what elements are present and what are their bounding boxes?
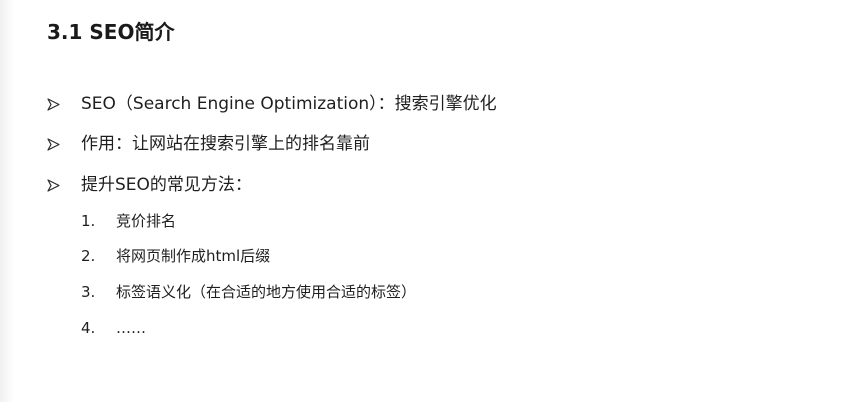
item-text: 将网页制作成html后缀	[116, 247, 271, 265]
item-text: 竞价排名	[116, 212, 177, 230]
item-number: 1.	[81, 212, 96, 230]
arrowhead-bullet-icon	[47, 178, 60, 192]
bullet-item-seo-purpose: 作用：让网站在搜索引擎上的排名靠前	[47, 131, 370, 157]
item-number: 3.	[81, 283, 96, 301]
section-title: 3.1 SEO简介	[47, 20, 175, 44]
bullet-text: 作用：让网站在搜索引擎上的排名靠前	[81, 134, 370, 154]
numbered-item: 2. 将网页制作成html后缀	[81, 245, 270, 267]
item-number: 2.	[81, 247, 96, 265]
arrowhead-bullet-icon	[47, 137, 60, 151]
numbered-item: 4. ……	[81, 317, 146, 339]
numbered-item: 3. 标签语义化（在合适的地方使用合适的标签）	[81, 281, 416, 303]
bullet-text: 提升SEO的常见方法：	[81, 175, 252, 195]
item-text: 标签语义化（在合适的地方使用合适的标签）	[116, 283, 417, 301]
item-text: ……	[116, 319, 146, 337]
document-page: 3.1 SEO简介 SEO（Search Engine Optimization…	[0, 0, 849, 402]
bullet-item-seo-definition: SEO（Search Engine Optimization）：搜索引擎优化	[47, 91, 497, 117]
numbered-item: 1. 竞价排名	[81, 210, 176, 232]
arrowhead-bullet-icon	[47, 97, 60, 111]
bullet-item-seo-methods: 提升SEO的常见方法：	[47, 172, 252, 198]
item-number: 4.	[81, 319, 96, 337]
bullet-text: SEO（Search Engine Optimization）：搜索引擎优化	[81, 94, 497, 114]
